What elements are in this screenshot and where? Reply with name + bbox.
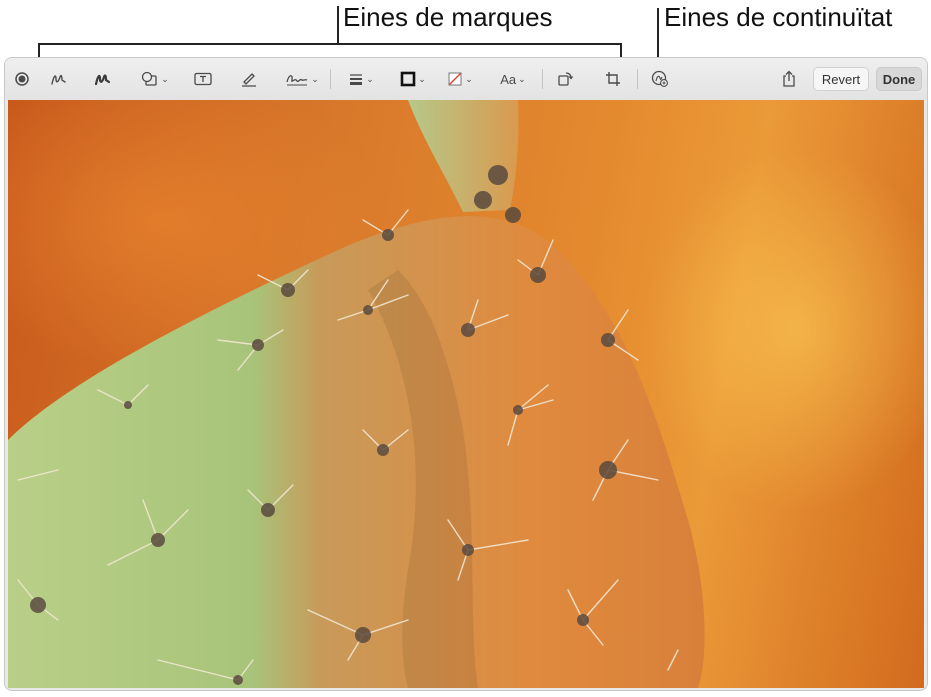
text-style-icon: Aa [500,71,517,87]
chevron-down-icon: ⌄ [366,73,374,84]
fill-color-icon [448,72,462,86]
highlight-button[interactable] [237,66,261,92]
sketch-icon [51,74,66,85]
chevron-down-icon: ⌄ [311,73,319,84]
done-button[interactable]: Done [876,67,922,91]
continuity-tools-callout: Eines de continuïtat [664,2,893,32]
border-color-icon [400,71,416,87]
text-box-button[interactable] [191,66,215,92]
markup-toolbar: ⌄ ⌄ ⌄ ⌄ ⌄ Aa ⌄ Revert Done [5,58,927,100]
toolbar-separator [330,69,331,89]
markup-window: ⌄ ⌄ ⌄ ⌄ ⌄ Aa ⌄ Revert Done [4,57,928,691]
signature-icon [286,75,308,86]
draw-icon [94,74,111,86]
text-style-button[interactable]: Aa ⌄ [493,66,533,92]
continuity-pointer-line [657,8,659,64]
shapes-icon [142,71,157,86]
rotate-button[interactable] [553,66,577,92]
fill-color-button[interactable]: ⌄ [442,66,478,92]
share-button[interactable] [777,66,801,92]
draw-button[interactable] [91,66,115,92]
cactus-image [8,100,705,688]
toolbar-separator [542,69,543,89]
rotate-icon [558,72,573,86]
border-color-button[interactable]: ⌄ [395,66,431,92]
line-style-icon [350,74,363,85]
sketch-toggle-button[interactable] [11,66,33,92]
markup-bracket-stem [337,6,339,43]
crop-icon [606,72,620,86]
chevron-down-icon: ⌄ [518,73,526,84]
revert-button[interactable]: Revert [813,67,869,91]
continuity-icon [651,70,668,87]
crop-button[interactable] [601,66,625,92]
cactus-stem [408,100,519,212]
toolbar-separator [637,69,638,89]
sketch-button[interactable] [47,66,71,92]
cactus-pad [8,216,705,688]
sketch-toggle-icon [15,72,29,86]
markup-tools-callout: Eines de marques [343,2,553,32]
highlight-icon [242,73,256,87]
chevron-down-icon: ⌄ [418,73,426,84]
line-style-button[interactable]: ⌄ [343,66,379,92]
text-box-icon [194,72,212,86]
chevron-down-icon: ⌄ [465,73,473,84]
shapes-button[interactable]: ⌄ [137,66,173,92]
signature-button[interactable]: ⌄ [281,66,323,92]
share-icon [783,70,795,87]
markup-bracket-bar [38,43,622,45]
chevron-down-icon: ⌄ [161,73,169,84]
continuity-button[interactable] [647,66,673,92]
cactus-photo [8,100,924,688]
